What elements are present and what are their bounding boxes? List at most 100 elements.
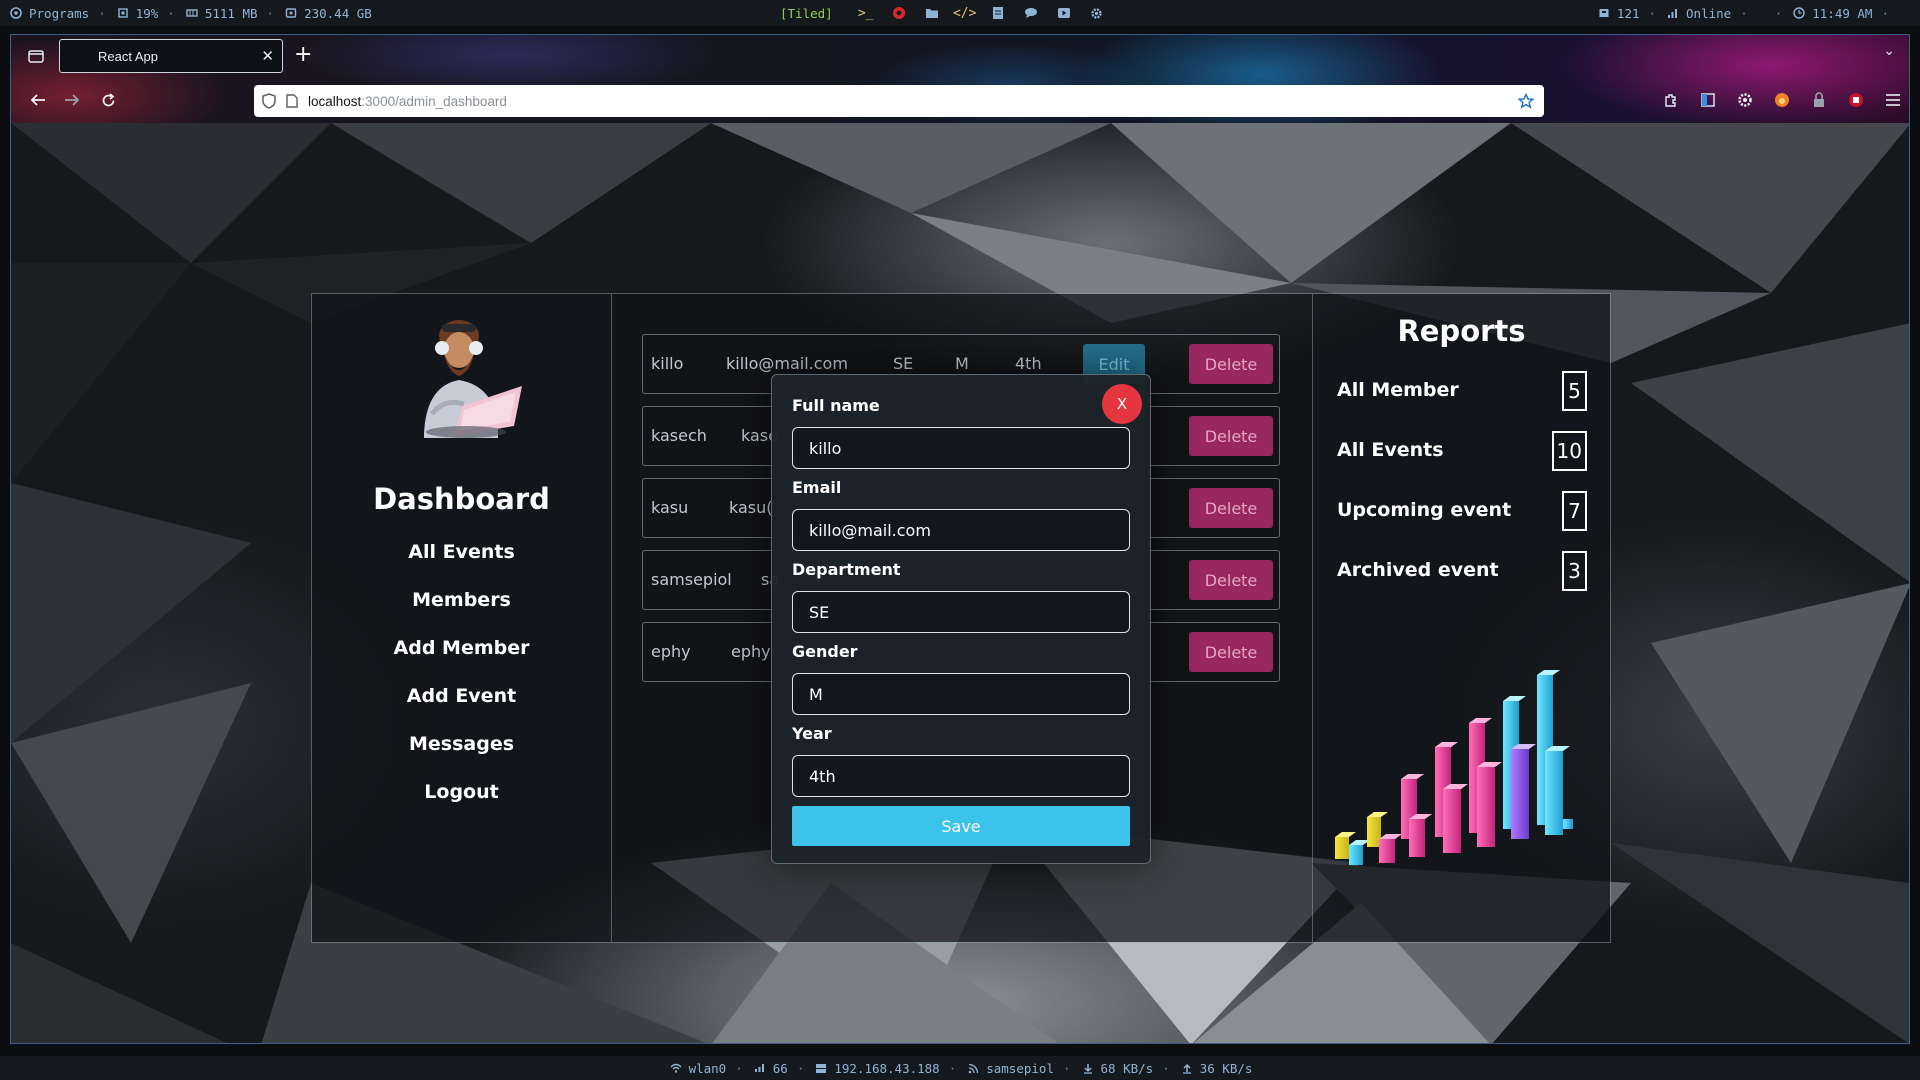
disk-indicator: 230.44 GB <box>283 5 372 21</box>
sidebar-item-members[interactable]: Members <box>312 587 611 635</box>
network-indicator[interactable]: Online <box>1665 5 1731 21</box>
chat-icon[interactable] <box>1023 5 1039 21</box>
ip-address: 192.168.43.188 <box>834 1060 940 1076</box>
extensions-puzzle-icon[interactable] <box>1661 90 1681 110</box>
member-email: killo@mail.com <box>726 354 848 373</box>
dashboard-title: Dashboard <box>373 482 550 516</box>
stat-label: Upcoming event <box>1337 499 1512 521</box>
clock[interactable]: 11:49 AM <box>1791 5 1872 21</box>
system-top-bar: Programs · 19% · 5111 MB · 230.44 GB [Ti… <box>0 0 1920 26</box>
full-name-label: Full name <box>792 396 880 415</box>
folder-icon[interactable] <box>924 5 940 21</box>
department-input[interactable]: SE <box>792 591 1130 633</box>
year-input[interactable]: 4th <box>792 755 1130 797</box>
back-button[interactable] <box>25 87 51 113</box>
stat-value: 7 <box>1562 491 1587 531</box>
stat-label: Archived event <box>1337 559 1499 581</box>
sidebar-item-logout[interactable]: Logout <box>312 779 611 827</box>
stat-upcoming-event: Upcoming event 7 <box>1337 491 1587 531</box>
clock-time: 11:49 AM <box>1812 5 1873 21</box>
browser-icon[interactable] <box>891 5 907 21</box>
dashboard-sidebar: Dashboard All Events Members Add Member … <box>312 294 612 942</box>
gender-input[interactable]: M <box>792 673 1130 715</box>
tab-overview-button[interactable] <box>21 41 51 71</box>
tab-list-chevron-icon[interactable]: ⌄ <box>1883 43 1895 59</box>
signal-value: 66 <box>772 1060 788 1076</box>
video-icon[interactable] <box>1056 5 1072 21</box>
year-label: Year <box>792 724 832 743</box>
bookmark-star-icon[interactable] <box>1518 93 1534 109</box>
programs-menu[interactable]: Programs <box>8 5 89 21</box>
notes-icon[interactable] <box>990 5 1006 21</box>
page-viewport: Dashboard All Events Members Add Member … <box>11 123 1909 1043</box>
sidebar-item-add-member[interactable]: Add Member <box>312 635 611 683</box>
stat-all-events: All Events 10 <box>1337 431 1587 471</box>
full-name-input[interactable]: killo <box>792 427 1130 469</box>
sidebar-menu: All Events Members Add Member Add Event … <box>312 539 611 827</box>
tab-overview-icon <box>28 50 44 63</box>
close-modal-button[interactable]: X <box>1102 384 1142 424</box>
gear-extension-icon[interactable] <box>1735 90 1755 110</box>
reload-button[interactable] <box>95 87 121 113</box>
member-email: kasu( <box>729 498 773 517</box>
forward-arrow-icon <box>65 94 80 106</box>
browser-tab[interactable]: React App ✕ <box>59 39 283 73</box>
hamburger-menu-icon[interactable] <box>1883 90 1903 110</box>
reports-title: Reports <box>1397 314 1526 348</box>
extension-toolbar <box>1661 90 1903 110</box>
fox-extension-icon[interactable] <box>1772 90 1792 110</box>
sidebar-item-all-events[interactable]: All Events <box>312 539 611 587</box>
close-tab-icon[interactable]: ✕ <box>261 47 274 65</box>
stat-label: All Events <box>1337 439 1444 461</box>
signal-strength-icon <box>752 1060 768 1076</box>
memory-icon <box>184 5 200 21</box>
browser-window: React App ✕ + ⌄ localhost:3000/admin_das… <box>10 34 1910 1044</box>
sidebar-icon[interactable] <box>1698 90 1718 110</box>
upload-arrow-icon <box>1179 1060 1195 1076</box>
address-bar[interactable]: localhost:3000/admin_dashboard <box>254 85 1544 117</box>
updates-indicator[interactable]: 121 <box>1596 5 1640 21</box>
delete-button[interactable]: Delete <box>1189 632 1273 672</box>
upload-indicator: 36 KB/s <box>1179 1060 1252 1076</box>
server-icon <box>813 1060 829 1076</box>
layout-mode[interactable]: [Tiled] <box>780 6 833 21</box>
email-label: Email <box>792 478 842 497</box>
member-gender: M <box>955 354 969 373</box>
tracking-shield-icon[interactable] <box>262 93 276 109</box>
settings-icon[interactable] <box>1089 5 1105 21</box>
network-status: Online <box>1686 5 1732 21</box>
ssid-indicator: samsepiol <box>965 1060 1054 1076</box>
tab-title: React App <box>98 48 158 64</box>
page-info-icon[interactable] <box>286 94 298 108</box>
department-label: Department <box>792 560 901 579</box>
package-icon <box>1596 5 1612 21</box>
new-tab-button[interactable]: + <box>294 42 312 67</box>
url-host: localhost <box>308 93 362 109</box>
interface-name: wlan0 <box>688 1060 727 1076</box>
code-editor-icon[interactable]: </> <box>953 5 976 21</box>
cpu-indicator: 19% <box>115 5 158 21</box>
terminal-icon[interactable]: >_ <box>858 5 874 21</box>
browser-toolbar: React App ✕ + ⌄ localhost:3000/admin_das… <box>11 35 1909 123</box>
delete-button[interactable]: Delete <box>1189 416 1273 456</box>
wifi-icon <box>668 1060 684 1076</box>
reports-panel: Reports All Member 5 All Events 10 Upcom… <box>1313 294 1610 942</box>
delete-button[interactable]: Delete <box>1189 488 1273 528</box>
lock-extension-icon[interactable] <box>1809 90 1829 110</box>
sidebar-item-messages[interactable]: Messages <box>312 731 611 779</box>
delete-button[interactable]: Delete <box>1189 344 1273 384</box>
stat-archived-event: Archived event 3 <box>1337 551 1587 591</box>
apps-icon <box>8 5 24 21</box>
sidebar-item-add-event[interactable]: Add Event <box>312 683 611 731</box>
email-input[interactable]: killo@mail.com <box>792 509 1130 551</box>
wifi-indicator[interactable]: wlan0 <box>668 1060 727 1076</box>
member-email: ephy <box>731 642 771 661</box>
forward-button[interactable] <box>59 87 85 113</box>
back-arrow-icon <box>30 94 45 106</box>
save-button[interactable]: Save <box>792 806 1130 846</box>
signal-bars-icon <box>1665 5 1681 21</box>
cpu-icon <box>115 5 131 21</box>
system-bottom-bar: wlan0 · 66 · 192.168.43.188 · samsepiol … <box>0 1056 1920 1080</box>
delete-button[interactable]: Delete <box>1189 560 1273 600</box>
ublock-icon[interactable] <box>1846 90 1866 110</box>
